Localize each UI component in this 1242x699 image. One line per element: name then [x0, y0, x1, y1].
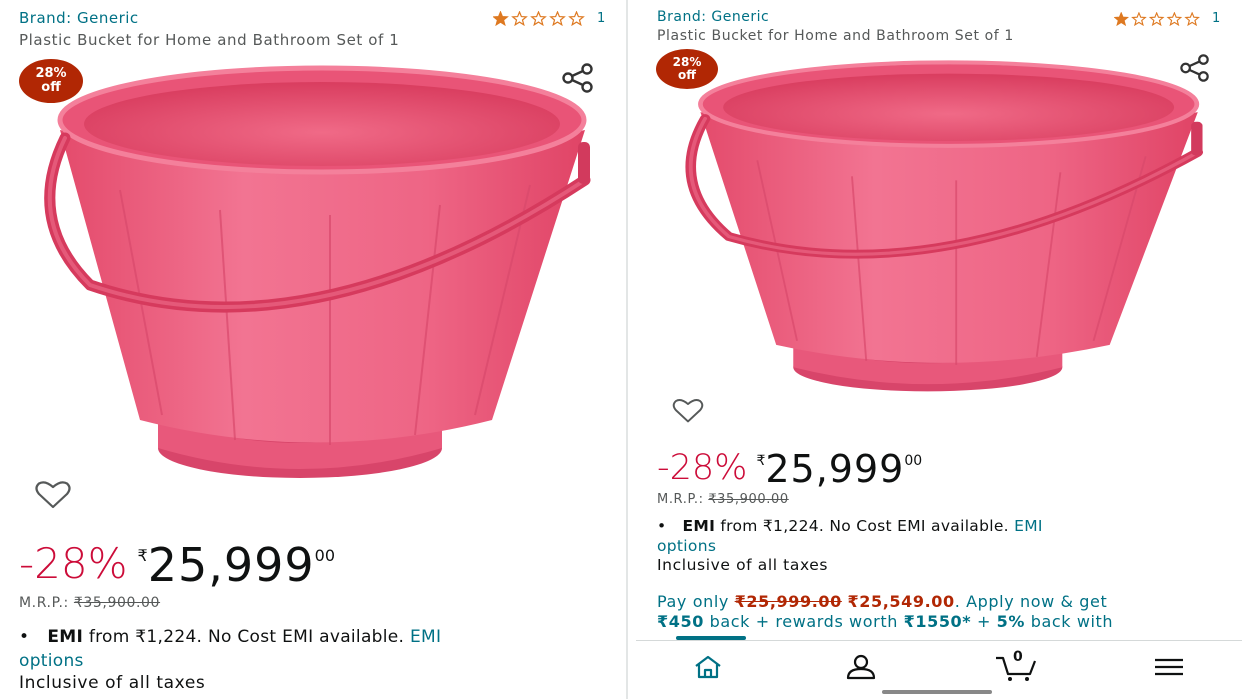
currency-symbol: ₹: [137, 546, 148, 565]
pay-old-price: ₹25,999.00: [734, 592, 842, 611]
rating[interactable]: 1: [493, 11, 605, 26]
mrp: M.R.P.: ₹35,900.00: [19, 595, 160, 611]
price-block: -28% ₹ 25,999 00: [657, 448, 922, 490]
mrp-value: ₹35,900.00: [73, 595, 161, 611]
pay-back: back + rewards worth: [709, 612, 898, 631]
home-indicator: [882, 690, 992, 694]
mrp-label: M.R.P.:: [657, 492, 704, 507]
nav-cart[interactable]: 0: [986, 647, 1046, 687]
pay-rewards: ₹1550*: [903, 612, 972, 631]
product-image[interactable]: [30, 60, 600, 490]
home-icon: [695, 655, 721, 679]
heart-icon[interactable]: [34, 480, 72, 510]
emi-text: from ₹1,224. No Cost EMI available.: [720, 517, 1009, 535]
product-title: Plastic Bucket for Home and Bathroom Set…: [657, 28, 1014, 44]
emi-info: • EMI from ₹1,224. No Cost EMI available.…: [657, 516, 1217, 556]
bullet: •: [19, 627, 30, 647]
currency-symbol: ₹: [756, 453, 766, 469]
emi-label: EMI: [682, 517, 716, 535]
price-block: -28% ₹ 25,999 00: [19, 538, 336, 592]
menu-icon: [1155, 658, 1183, 676]
product-panel-left: Brand: Generic Plastic Bucket for Home a…: [0, 0, 620, 699]
rating-count: 1: [597, 11, 606, 26]
rating-count: 1: [1212, 11, 1221, 26]
tax-note: Inclusive of all taxes: [19, 673, 206, 693]
nav-home[interactable]: [678, 647, 738, 687]
price-whole: 25,999: [765, 447, 905, 491]
emi-options-link-2[interactable]: options: [657, 537, 716, 555]
emi-label: EMI: [47, 627, 84, 647]
pay-mid: . Apply now & get: [954, 592, 1108, 611]
pay-percent: 5%: [996, 612, 1026, 631]
emi-options-link[interactable]: EMI: [410, 627, 441, 647]
mrp-label: M.R.P.:: [19, 595, 69, 611]
star-rating-icon: [1114, 11, 1200, 26]
divider: [626, 0, 628, 699]
nav-account[interactable]: [831, 647, 891, 687]
mrp: M.R.P.: ₹35,900.00: [657, 492, 789, 507]
brand-link[interactable]: Brand: Generic: [657, 9, 769, 25]
emi-options-link[interactable]: EMI: [1014, 517, 1043, 535]
tax-note: Inclusive of all taxes: [657, 556, 829, 574]
emi-info: • EMI from ₹1,224. No Cost EMI available.…: [19, 625, 579, 673]
pay-offer[interactable]: Pay only ₹25,999.00 ₹25,549.00. Apply no…: [657, 592, 1242, 632]
heart-icon[interactable]: [671, 398, 705, 424]
price-whole: 25,999: [147, 538, 315, 592]
pay-cashback: ₹450: [657, 612, 704, 631]
user-icon: [846, 654, 876, 680]
product-title: Plastic Bucket for Home and Bathroom Set…: [19, 31, 400, 49]
bullet: •: [657, 517, 667, 535]
pay-new-price: ₹25,549.00: [847, 592, 955, 611]
star-rating-icon: [493, 11, 585, 26]
product-image[interactable]: [672, 56, 1212, 401]
cart-count: 0: [1013, 649, 1023, 665]
emi-options-link-2[interactable]: options: [19, 651, 84, 671]
price-fraction: 00: [314, 546, 336, 565]
discount-percent: -28%: [657, 448, 748, 488]
rating[interactable]: 1: [1114, 11, 1220, 26]
nav-menu[interactable]: [1139, 647, 1199, 687]
product-panel-right: Brand: Generic Plastic Bucket for Home a…: [636, 0, 1242, 699]
price-fraction: 00: [904, 453, 923, 469]
discount-percent: -28%: [19, 539, 128, 588]
emi-text: from ₹1,224. No Cost EMI available.: [88, 627, 405, 647]
mrp-value: ₹35,900.00: [708, 492, 789, 507]
pay-prefix: Pay only: [657, 592, 729, 611]
pay-tail: back with: [1030, 612, 1114, 631]
brand-link[interactable]: Brand: Generic: [19, 9, 139, 27]
pay-plus: +: [976, 612, 991, 631]
